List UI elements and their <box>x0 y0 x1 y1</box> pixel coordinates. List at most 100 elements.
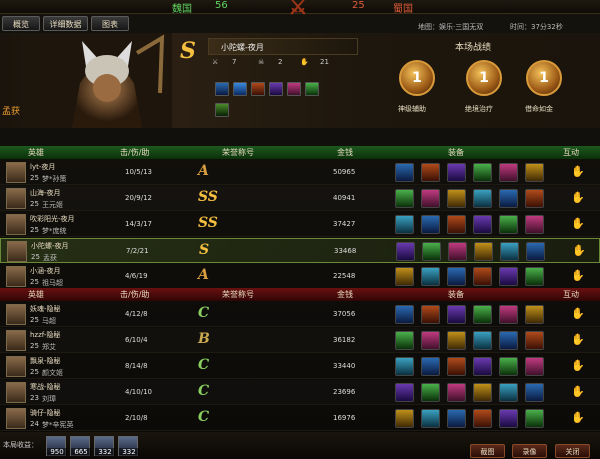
table-row[interactable]: 山海-夜月 25 王元姬 20/9/12 SS 40941 ✋ <box>0 186 600 211</box>
equip-item[interactable] <box>447 409 466 428</box>
earning-item: 665 <box>70 436 91 456</box>
equip-item[interactable] <box>525 409 544 428</box>
hero-name: 梦*孙策 <box>42 175 67 183</box>
equip-item[interactable] <box>421 357 440 376</box>
record-button[interactable]: 录像 <box>512 444 547 458</box>
equip-item[interactable] <box>499 383 518 402</box>
equip-item[interactable] <box>500 242 519 261</box>
equip-item[interactable] <box>525 331 544 350</box>
equip-item[interactable] <box>447 331 466 350</box>
honor-grade: C <box>198 305 210 321</box>
equip-item[interactable] <box>499 189 518 208</box>
medal-icon[interactable]: 1 <box>399 60 435 96</box>
equip-item[interactable] <box>305 82 319 96</box>
equip-item[interactable] <box>447 189 466 208</box>
equip-item[interactable] <box>251 82 265 96</box>
screenshot-button[interactable]: 截图 <box>470 444 505 458</box>
tab-details[interactable]: 详细数据 <box>43 16 88 31</box>
col-hero: 英雄 <box>28 148 44 157</box>
scoreboard-window: 魏国 56 ⚔ 25 蜀国 概览 详细数据 图表 地图：娱乐·三国无双 时间：3… <box>0 0 600 458</box>
equip-item[interactable] <box>473 163 492 182</box>
table-row[interactable]: 吹彩阳光-夜月 25 梦*庞统 14/3/17 SS 37427 ✋ <box>0 212 600 237</box>
like-icon[interactable]: ✋ <box>571 192 585 204</box>
equip-item[interactable] <box>499 163 518 182</box>
equip-item[interactable] <box>525 267 544 286</box>
equip-item[interactable] <box>395 331 414 350</box>
like-icon[interactable]: ✋ <box>571 166 585 178</box>
equip-item[interactable] <box>474 242 493 261</box>
equip-item[interactable] <box>395 357 414 376</box>
table-row[interactable]: lyt-夜月 25 梦*孙策 10/5/13 A 50965 ✋ <box>0 160 600 185</box>
like-icon[interactable]: ✋ <box>572 245 586 257</box>
equip-item[interactable] <box>473 409 492 428</box>
equip-item[interactable] <box>421 331 440 350</box>
equip-item[interactable] <box>525 189 544 208</box>
equip-item[interactable] <box>421 189 440 208</box>
equip-item[interactable] <box>499 305 518 324</box>
equip-item[interactable] <box>473 305 492 324</box>
equip-item[interactable] <box>395 305 414 324</box>
equip-item[interactable] <box>215 82 229 96</box>
equip-item[interactable] <box>525 215 544 234</box>
equip-item[interactable] <box>287 82 301 96</box>
equip-item[interactable] <box>395 267 414 286</box>
equip-item[interactable] <box>395 409 414 428</box>
equip-item[interactable] <box>422 242 441 261</box>
equip-item[interactable] <box>395 383 414 402</box>
equip-item[interactable] <box>473 331 492 350</box>
equip-item[interactable] <box>395 215 414 234</box>
equip-item[interactable] <box>447 383 466 402</box>
equip-item[interactable] <box>396 242 415 261</box>
equip-item[interactable] <box>499 357 518 376</box>
equip-item[interactable] <box>421 305 440 324</box>
equip-item[interactable] <box>473 189 492 208</box>
table-row[interactable]: 妖魂-隐秘 25 马超 4/12/8 C 37056 ✋ <box>0 302 600 327</box>
table-row[interactable]: 小涵-夜月 25 祖马超 4/6/19 A 22548 ✋ <box>0 264 600 289</box>
equip-item[interactable] <box>421 409 440 428</box>
equip-item[interactable] <box>525 163 544 182</box>
equip-item[interactable] <box>473 215 492 234</box>
equip-item[interactable] <box>499 331 518 350</box>
equip-item[interactable] <box>421 163 440 182</box>
equip-item[interactable] <box>421 267 440 286</box>
medal-icon[interactable]: 1 <box>526 60 562 96</box>
table-row[interactable]: 小陀螺-夜月 25 孟获 7/2/21 S 33468 ✋ <box>0 238 600 263</box>
like-icon[interactable]: ✋ <box>571 386 585 398</box>
like-icon[interactable]: ✋ <box>571 334 585 346</box>
like-icon[interactable]: ✋ <box>571 218 585 230</box>
equip-item[interactable] <box>395 163 414 182</box>
equip-item[interactable] <box>499 409 518 428</box>
equip-item[interactable] <box>526 242 545 261</box>
equip-item[interactable] <box>269 82 283 96</box>
equip-item[interactable] <box>421 215 440 234</box>
equip-item[interactable] <box>473 383 492 402</box>
equip-item[interactable] <box>525 357 544 376</box>
equip-item[interactable] <box>473 267 492 286</box>
medal-icon[interactable]: 1 <box>466 60 502 96</box>
equip-item[interactable] <box>447 215 466 234</box>
equip-item[interactable] <box>473 357 492 376</box>
equip-item[interactable] <box>233 82 247 96</box>
table-row[interactable]: 寒战-隐秘 23 刘璋 4/10/10 C 23696 ✋ <box>0 380 600 405</box>
equip-item[interactable] <box>448 242 467 261</box>
equip-item[interactable] <box>395 189 414 208</box>
equip-item[interactable] <box>525 305 544 324</box>
equip-item[interactable] <box>421 383 440 402</box>
tab-charts[interactable]: 图表 <box>91 16 129 31</box>
tab-overview[interactable]: 概览 <box>2 16 40 31</box>
like-icon[interactable]: ✋ <box>571 270 585 282</box>
like-icon[interactable]: ✋ <box>571 360 585 372</box>
like-icon[interactable]: ✋ <box>571 308 585 320</box>
equip-item[interactable] <box>447 357 466 376</box>
equip-item[interactable] <box>525 383 544 402</box>
equip-item[interactable] <box>447 163 466 182</box>
like-icon[interactable]: ✋ <box>571 412 585 424</box>
table-row[interactable]: 飘泉-隐秘 25 颜文姬 8/14/8 C 33440 ✋ <box>0 354 600 379</box>
equip-item[interactable] <box>447 305 466 324</box>
equip-item[interactable] <box>447 267 466 286</box>
close-button[interactable]: 关闭 <box>555 444 590 458</box>
table-row[interactable]: 骑仔-隐秘 24 梦*辛宪英 2/10/8 C 16976 ✋ <box>0 406 600 431</box>
equip-item[interactable] <box>499 267 518 286</box>
equip-item[interactable] <box>499 215 518 234</box>
table-row[interactable]: hzzf-隐秘 25 郑艾 6/10/4 B 36182 ✋ <box>0 328 600 353</box>
